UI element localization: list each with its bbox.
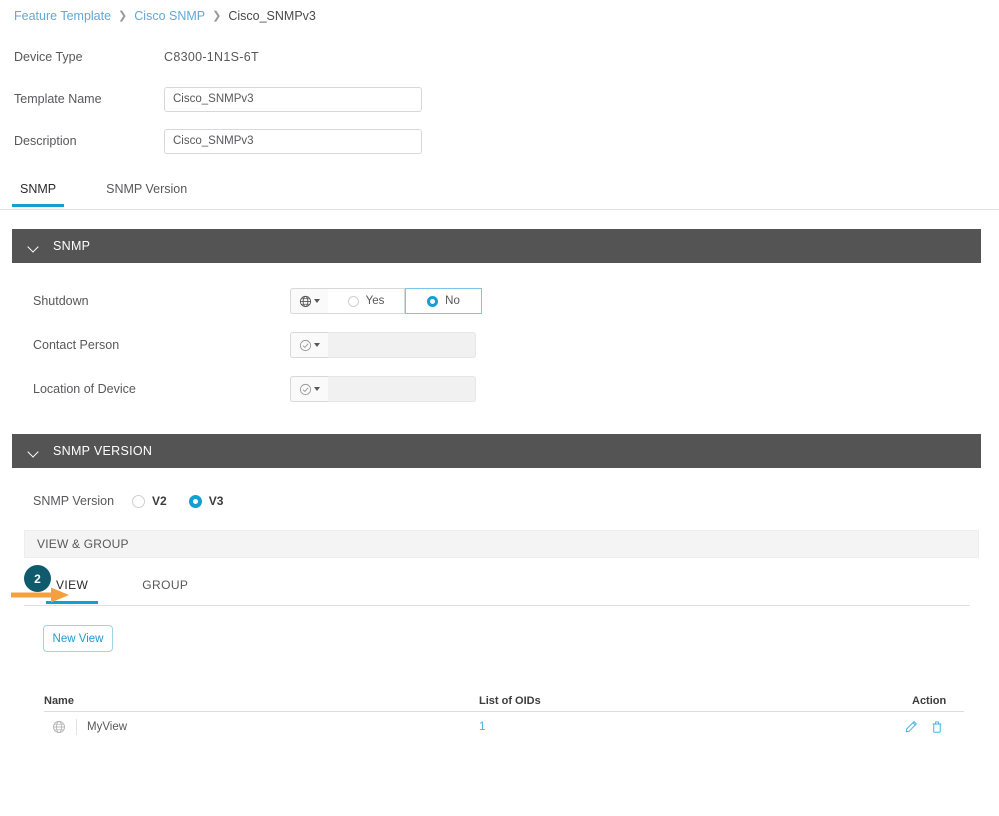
contact-person-label: Contact Person — [33, 338, 120, 352]
breadcrumb-item-current: Cisco_SNMPv3 — [228, 9, 316, 23]
column-header-list-of-oids: List of OIDs — [479, 694, 541, 707]
snmp-version-label: SNMP Version — [33, 494, 115, 508]
breadcrumb-item-feature-template[interactable]: Feature Template — [14, 9, 111, 23]
globe-icon — [299, 295, 312, 307]
device-type-row: Device Type C8300-1N1S-6T — [0, 40, 999, 74]
cell-divider — [76, 719, 77, 735]
shutdown-label: Shutdown — [33, 294, 89, 308]
cell-list-of-oids: 1 — [479, 721, 904, 733]
location-of-device-input[interactable] — [328, 376, 476, 402]
check-circle-icon — [299, 339, 312, 351]
view-group-subtabs: VIEW GROUP — [24, 578, 970, 606]
shutdown-option-yes[interactable]: Yes — [328, 288, 405, 314]
contact-person-input[interactable] — [328, 332, 476, 358]
section-header-snmp-version-label: SNMP VERSION — [53, 444, 153, 458]
location-of-device-scope-dropdown[interactable] — [290, 376, 328, 402]
snmp-version-field: SNMP Version V2 V3 — [0, 494, 245, 508]
template-name-row: Template Name — [0, 82, 999, 116]
delete-icon[interactable] — [930, 720, 944, 734]
shutdown-scope-dropdown[interactable] — [290, 288, 328, 314]
cell-name-value: MyView — [87, 721, 128, 733]
template-name-input[interactable] — [164, 86, 422, 112]
tab-snmp[interactable]: SNMP — [12, 182, 65, 207]
radio-dot-icon — [347, 295, 359, 307]
subtab-group[interactable]: GROUP — [136, 578, 194, 603]
callout-badge-2: 2 — [24, 565, 51, 592]
section-header-snmp-label: SNMP — [53, 239, 91, 253]
description-label: Description — [14, 134, 77, 148]
radio-dot-selected-icon — [427, 295, 439, 307]
shutdown-option-no-label: No — [445, 295, 460, 307]
column-header-action: Action — [912, 694, 947, 707]
template-meta-form: Device Type C8300-1N1S-6T Template Name … — [0, 40, 999, 166]
shutdown-option-no[interactable]: No — [405, 288, 482, 314]
caret-down-icon — [314, 387, 320, 391]
column-header-name: Name — [44, 694, 74, 707]
snmp-version-option-v3-label: V3 — [208, 494, 224, 508]
breadcrumb: Feature Template ❯ Cisco SNMP ❯ Cisco_SN… — [14, 9, 316, 23]
view-table: Name List of OIDs Action MyView 1 — [44, 690, 964, 742]
breadcrumb-item-cisco-snmp[interactable]: Cisco SNMP — [134, 9, 205, 23]
device-type-value: C8300-1N1S-6T — [164, 50, 259, 64]
location-of-device-field: Location of Device — [0, 376, 476, 402]
tab-snmp-version[interactable]: SNMP Version — [98, 182, 195, 206]
view-group-band: VIEW & GROUP — [24, 530, 979, 558]
caret-down-icon — [314, 343, 320, 347]
shutdown-radio-group: Yes No — [328, 288, 482, 314]
snmp-version-option-v2-label: V2 — [152, 494, 167, 508]
shutdown-field: Shutdown Yes No — [0, 288, 482, 314]
new-view-button[interactable]: New View — [43, 625, 113, 652]
cell-name: MyView — [44, 719, 479, 735]
contact-person-field: Contact Person — [0, 332, 476, 358]
table-row: MyView 1 — [44, 712, 964, 742]
section-header-snmp-version[interactable]: SNMP VERSION — [12, 434, 981, 468]
contact-person-scope-dropdown[interactable] — [290, 332, 328, 358]
shutdown-option-yes-label: Yes — [365, 295, 385, 307]
breadcrumb-separator: ❯ — [118, 9, 128, 22]
breadcrumb-separator: ❯ — [212, 9, 222, 22]
edit-icon[interactable] — [904, 720, 918, 734]
chevron-down-icon — [28, 446, 39, 457]
check-circle-icon — [299, 383, 312, 395]
oid-count-link[interactable]: 1 — [479, 721, 485, 733]
chevron-down-icon — [28, 241, 39, 252]
cell-actions — [904, 720, 964, 734]
snmp-version-option-v3[interactable]: V3 — [188, 494, 224, 508]
table-header-row: Name List of OIDs Action — [44, 690, 964, 712]
section-header-snmp[interactable]: SNMP — [12, 229, 981, 263]
description-row: Description — [0, 124, 999, 158]
radio-dot-selected-icon — [188, 494, 202, 508]
snmp-version-option-v2[interactable]: V2 — [132, 494, 167, 508]
row-globe-icon — [44, 720, 74, 734]
description-input[interactable] — [164, 128, 422, 154]
caret-down-icon — [314, 299, 320, 303]
radio-dot-icon — [132, 494, 145, 508]
location-of-device-label: Location of Device — [33, 382, 136, 396]
feature-template-page: Feature Template ❯ Cisco SNMP ❯ Cisco_SN… — [0, 0, 999, 816]
callout-badge-number: 2 — [34, 571, 41, 586]
template-name-label: Template Name — [14, 92, 102, 106]
device-type-label: Device Type — [14, 50, 83, 64]
main-tabs: SNMP SNMP Version — [0, 182, 999, 210]
